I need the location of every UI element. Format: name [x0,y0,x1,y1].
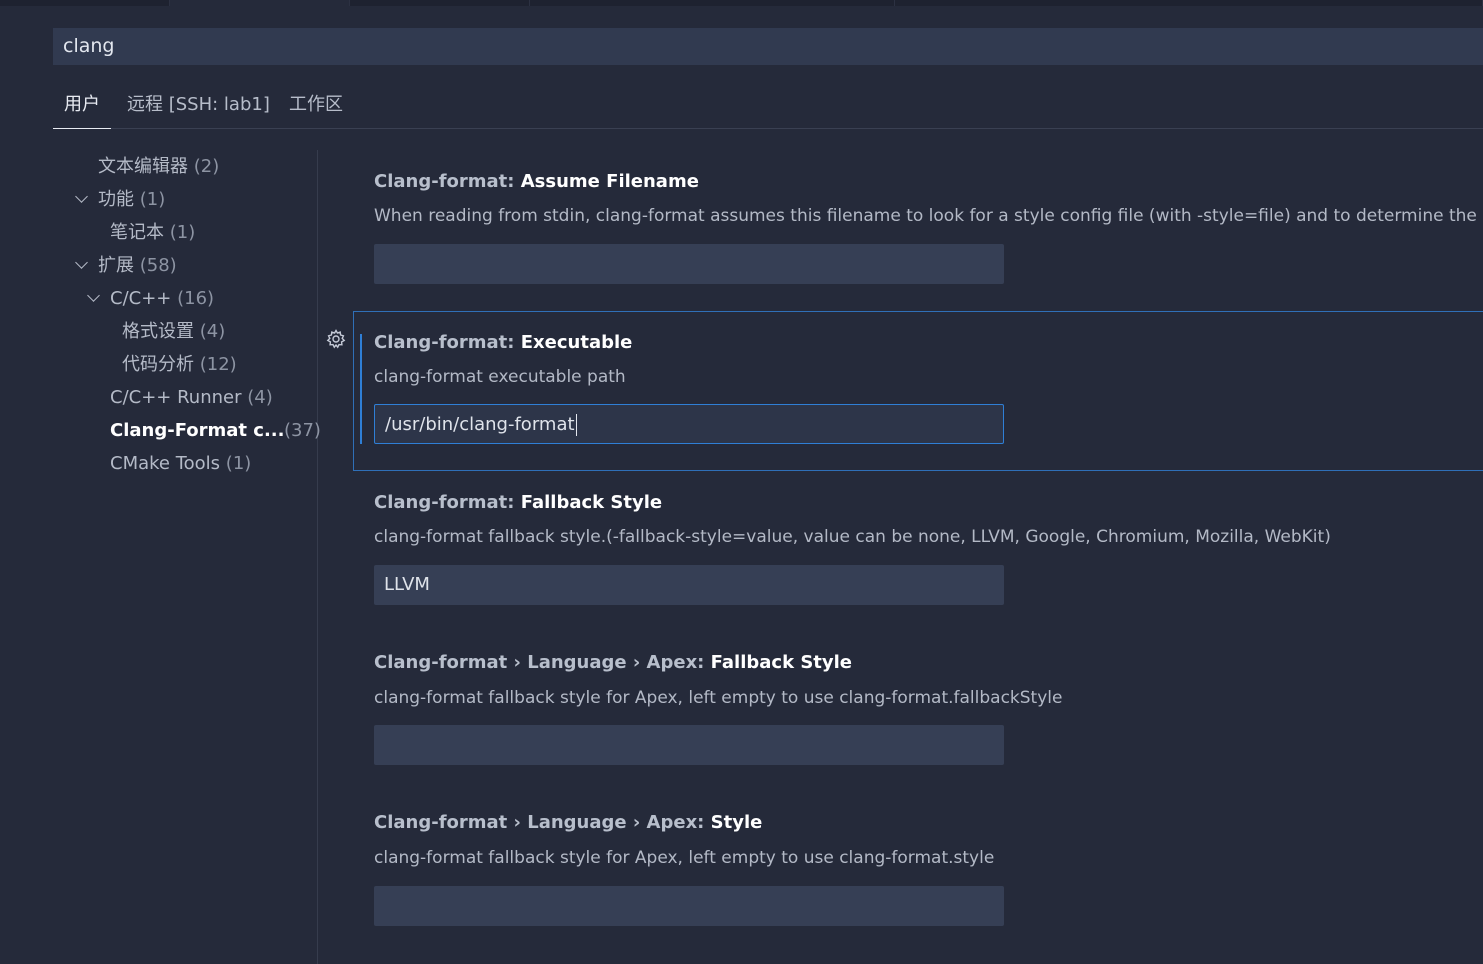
toc-item-extensions[interactable]: 扩展 (58) [98,251,177,281]
focus-indicator [360,334,362,444]
toc-item-label: CMake Tools [110,453,221,474]
setting-text-input[interactable]: /usr/bin/clang-format [374,404,1004,444]
settings-scope-tabs: 用户 远程 [SSH: lab1] 工作区 [53,88,1483,129]
toc-item-features[interactable]: 功能 (1) [98,185,165,215]
tab-workspace[interactable]: 工作区 [289,88,343,129]
editor-tab[interactable] [350,0,530,6]
input-value: /usr/bin/clang-format [385,414,575,435]
setting-description: When reading from stdin, clang-format as… [374,206,1477,226]
toc-item-text-editor[interactable]: 文本编辑器 (2) [98,152,219,182]
settings-search-input[interactable]: clang [53,28,1483,65]
toc-item-label: 文本编辑器 [98,156,188,177]
toc-item-label: 笔记本 [110,222,164,243]
setting-fallback-style: Clang-format: Fallback Style clang-forma… [353,473,1483,633]
toc-item-label: 格式设置 [122,321,194,342]
setting-assume-filename: Clang-format: Assume Filename When readi… [353,152,1483,312]
editor-tab[interactable] [0,0,170,6]
setting-category: Clang-format: [374,332,521,353]
setting-category: Clang-format › Language › Apex: [374,812,711,833]
setting-apex-style: Clang-format › Language › Apex: Style cl… [353,794,1483,964]
toc-item-count: (58) [139,255,177,276]
toc-item-label: 扩展 [98,255,134,276]
chevron-down-icon[interactable] [87,289,100,302]
setting-category: Clang-format › Language › Apex: [374,652,711,673]
toc-item-label: C/C++ Runner [110,387,242,408]
setting-name: Assume Filename [520,171,699,192]
toc-item-label: 代码分析 [122,354,194,375]
toc-item-notebook[interactable]: 笔记本 (1) [110,218,195,248]
toc-item-code-analysis[interactable]: 代码分析 (12) [122,350,237,380]
toc-item-label: Clang-Format c... [110,420,285,441]
setting-name: Fallback Style [520,492,663,513]
setting-executable: Clang-format: Executable clang-format ex… [353,311,1483,471]
toc-item-cmake-tools[interactable]: CMake Tools (1) [110,449,251,479]
setting-description: clang-format fallback style for Apex, le… [374,688,1063,708]
toc-item-count: (1) [139,189,166,210]
setting-category: Clang-format: [374,492,521,513]
setting-title: Clang-format: Assume Filename [374,171,699,192]
toc-item-count: (1) [225,453,252,474]
setting-description: clang-format executable path [374,367,626,387]
setting-text-input[interactable]: LLVM [374,565,1004,605]
toc-item-count: (12) [199,354,237,375]
toc-item-cpp[interactable]: C/C++ (16) [110,284,214,314]
toc-item-cpp-runner[interactable]: C/C++ Runner (4) [110,383,273,413]
toc-item-label: 功能 [98,189,134,210]
setting-text-input[interactable] [374,244,1004,284]
setting-title: Clang-format: Fallback Style [374,492,662,513]
setting-text-input[interactable] [374,886,1004,926]
setting-title: Clang-format: Executable [374,332,632,353]
editor-tab[interactable] [530,0,895,6]
text-caret [575,414,577,436]
setting-name: Fallback Style [710,652,853,673]
setting-title: Clang-format › Language › Apex: Fallback… [374,652,852,673]
setting-description: clang-format fallback style for Apex, le… [374,848,995,868]
setting-title: Clang-format › Language › Apex: Style [374,812,762,833]
editor-tab-active[interactable] [170,0,350,6]
settings-toc-tree: 文本编辑器 (2) 功能 (1) 笔记本 (1) 扩展 (58) C/C++ (… [0,150,321,964]
gear-icon[interactable] [326,329,346,349]
toc-item-count: (37) [284,420,321,441]
chevron-down-icon[interactable] [75,256,88,269]
editor-tab-strip [0,0,1483,6]
toc-item-count: (16) [177,288,215,309]
toc-item-count: (2) [193,156,220,177]
toc-item-clang-format[interactable]: Clang-Format c... (37) [110,416,321,446]
tab-user[interactable]: 用户 [53,88,111,129]
toc-item-count: (1) [169,222,196,243]
setting-description: clang-format fallback style.(-fallback-s… [374,527,1331,547]
editor-tab[interactable] [895,0,1483,6]
chevron-down-icon[interactable] [75,190,88,203]
setting-name: Executable [520,332,633,353]
setting-name: Style [710,812,763,833]
toc-item-count: (4) [199,321,226,342]
setting-category: Clang-format: [374,171,521,192]
toc-item-formatting[interactable]: 格式设置 (4) [122,317,225,347]
toc-item-label: C/C++ [110,288,172,309]
setting-text-input[interactable] [374,725,1004,765]
tab-remote[interactable]: 远程 [SSH: lab1] [127,88,270,129]
toc-item-count: (4) [247,387,273,408]
setting-apex-fallback-style: Clang-format › Language › Apex: Fallback… [353,633,1483,793]
